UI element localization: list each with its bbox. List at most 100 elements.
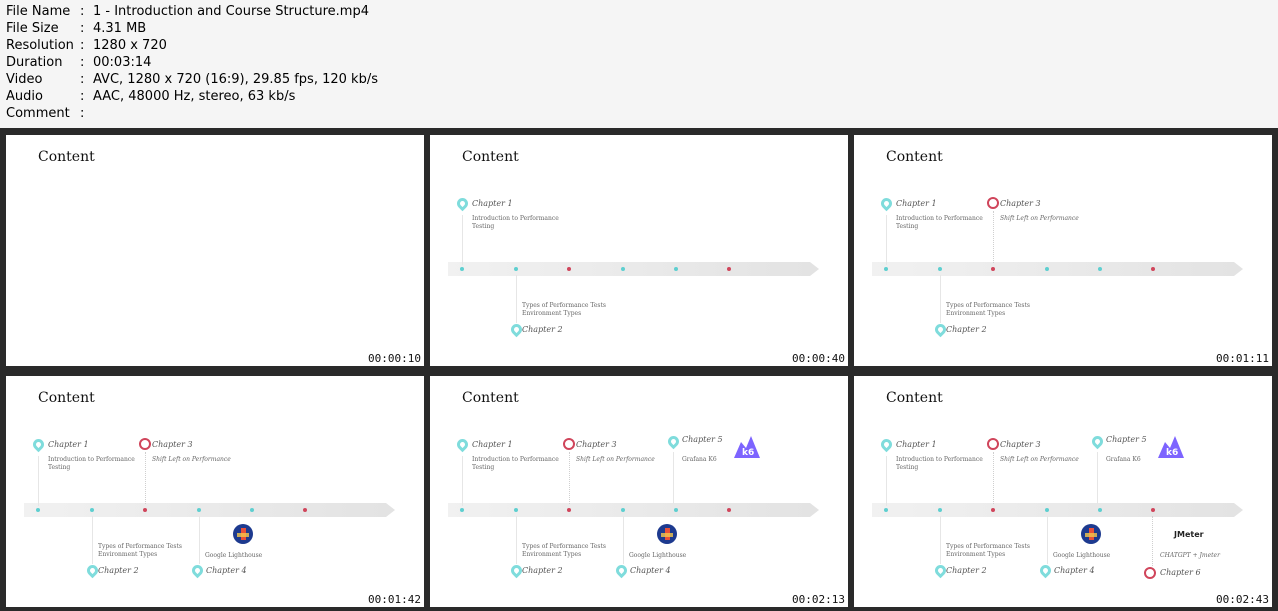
connector-line [516,275,517,323]
ring-marker-icon [139,438,151,450]
video-thumbnail[interactable]: Content 00:02:13 Chapter 1 Introduction to … [430,376,848,607]
connector-line [462,215,463,265]
chapter-5-subtitle: Grafana K6 [682,456,717,463]
info-key: Comment [6,106,70,121]
video-thumbnail[interactable]: Content 00:00:40 Chapter 1 Introduction to … [430,135,848,366]
timeline-dot [1098,267,1102,271]
info-key: Duration [6,55,63,70]
chapter-2-subtitle: Types of Performance Tests Environment Ty… [522,302,607,317]
timeline-dot [1151,267,1155,271]
chapter-2-label: Chapter 2 [522,566,563,575]
chapter-1-subtitle: Introduction to Performance Testing [472,456,559,471]
k6-logo-icon: k6 [734,436,760,458]
chapter-2-subtitle: Types of Performance Tests Environment Ty… [946,302,1031,317]
timeline-dot [938,267,942,271]
timeline-arrow [810,503,819,517]
info-key: File Name [6,4,71,19]
timeline-dot [460,508,464,512]
slide-title: Content [462,149,519,165]
info-separator: : [80,38,85,53]
chapter-3-label: Chapter 3 [576,440,617,449]
timeline-dot [514,508,518,512]
chapter-6-label: Chapter 6 [1160,568,1201,577]
info-separator: : [80,89,85,104]
timestamp-label: 00:00:10 [367,352,422,365]
info-key: File Size [6,21,59,36]
connector-line [673,452,674,504]
video-thumbnail[interactable]: Content 00:01:42 Chapter 1 Introduction to … [6,376,424,607]
timeline-dot [567,267,571,271]
location-pin-icon [878,436,895,453]
timestamp-label: 00:00:40 [791,352,846,365]
timeline-bar [872,503,1234,517]
connector-line [92,516,93,564]
chapter-1-subtitle: Introduction to Performance Testing [48,456,135,471]
info-row: File Size:4.31 MB [6,20,378,37]
info-separator: : [80,4,85,19]
chapter-2-label: Chapter 2 [522,325,563,334]
info-value: AVC, 1280 x 720 (16:9), 29.85 fps, 120 k… [93,72,378,87]
location-pin-icon [1037,562,1054,579]
info-separator: : [80,21,85,36]
chapter-2-label: Chapter 2 [946,325,987,334]
k6-logo-text: k6 [1166,448,1178,458]
info-row: Video: AVC, 1280 x 720 (16:9), 29.85 fps,… [6,71,378,88]
timeline-dot [991,267,995,271]
video-thumbnail[interactable]: Content 00:00:10 [6,135,424,366]
lighthouse-logo-icon [657,524,677,544]
chapter-3-subtitle: Shift Left on Performance [152,456,231,463]
connector-line [940,516,941,564]
timeline-dot [1098,508,1102,512]
chapter-4-subtitle: Google Lighthouse [205,552,263,559]
connector-line [940,275,941,323]
location-pin-icon [30,436,47,453]
ring-marker-icon [987,197,999,209]
timestamp-label: 00:01:42 [367,593,422,606]
info-key: Video [6,72,43,87]
connector-line [993,211,994,263]
timeline-arrow [386,503,395,517]
video-thumbnail[interactable]: Content 00:01:11 Chapter 1 Introduction to … [854,135,1272,366]
info-row: Resolution:1280 x 720 [6,37,378,54]
timeline-arrow [810,262,819,276]
info-separator: : [80,106,85,121]
ring-marker-icon [1144,567,1156,579]
location-pin-icon [454,195,471,212]
info-row: Comment: [6,105,378,122]
info-separator: : [80,72,85,87]
timestamp-label: 00:01:11 [1215,352,1270,365]
slide-title: Content [886,149,943,165]
info-key: Audio [6,89,43,104]
k6-logo-icon: k6 [1158,436,1184,458]
connector-line [1097,452,1098,504]
connector-line [1047,516,1048,564]
file-info-panel: File Name:1 - Introduction and Course St… [6,3,378,122]
slide-title: Content [886,390,943,406]
chapter-1-subtitle: Introduction to Performance Testing [472,215,559,230]
video-thumbnail[interactable]: Content 00:02:43 Chapter 1 Introduction to … [854,376,1272,607]
timeline-arrow [1234,262,1243,276]
timeline-dot [674,508,678,512]
chapter-1-label: Chapter 1 [472,440,513,449]
thumbnail-grid: Content 00:00:10 Content 00:00:40 Chapter 1 I… [0,128,1278,611]
chapter-4-label: Chapter 4 [630,566,671,575]
timeline-dot [250,508,254,512]
connector-line [145,452,146,504]
chapter-4-label: Chapter 4 [206,566,247,575]
timeline-dot [1045,267,1049,271]
connector-line [38,456,39,506]
chapter-1-subtitle: Introduction to Performance Testing [896,456,983,471]
timeline-dot [938,508,942,512]
ring-marker-icon [563,438,575,450]
timeline-dot [1151,508,1155,512]
chapter-4-label: Chapter 4 [1054,566,1095,575]
chapter-5-label: Chapter 5 [1106,435,1147,444]
timeline-dot [621,267,625,271]
connector-line [886,456,887,506]
chapter-2-subtitle: Types of Performance Tests Environment Ty… [98,543,183,558]
chapter-1-label: Chapter 1 [896,199,937,208]
timeline-dot [884,508,888,512]
chapter-1-subtitle: Introduction to Performance Testing [896,215,983,230]
chapter-3-subtitle: Shift Left on Performance [1000,215,1079,222]
slide-title: Content [38,390,95,406]
